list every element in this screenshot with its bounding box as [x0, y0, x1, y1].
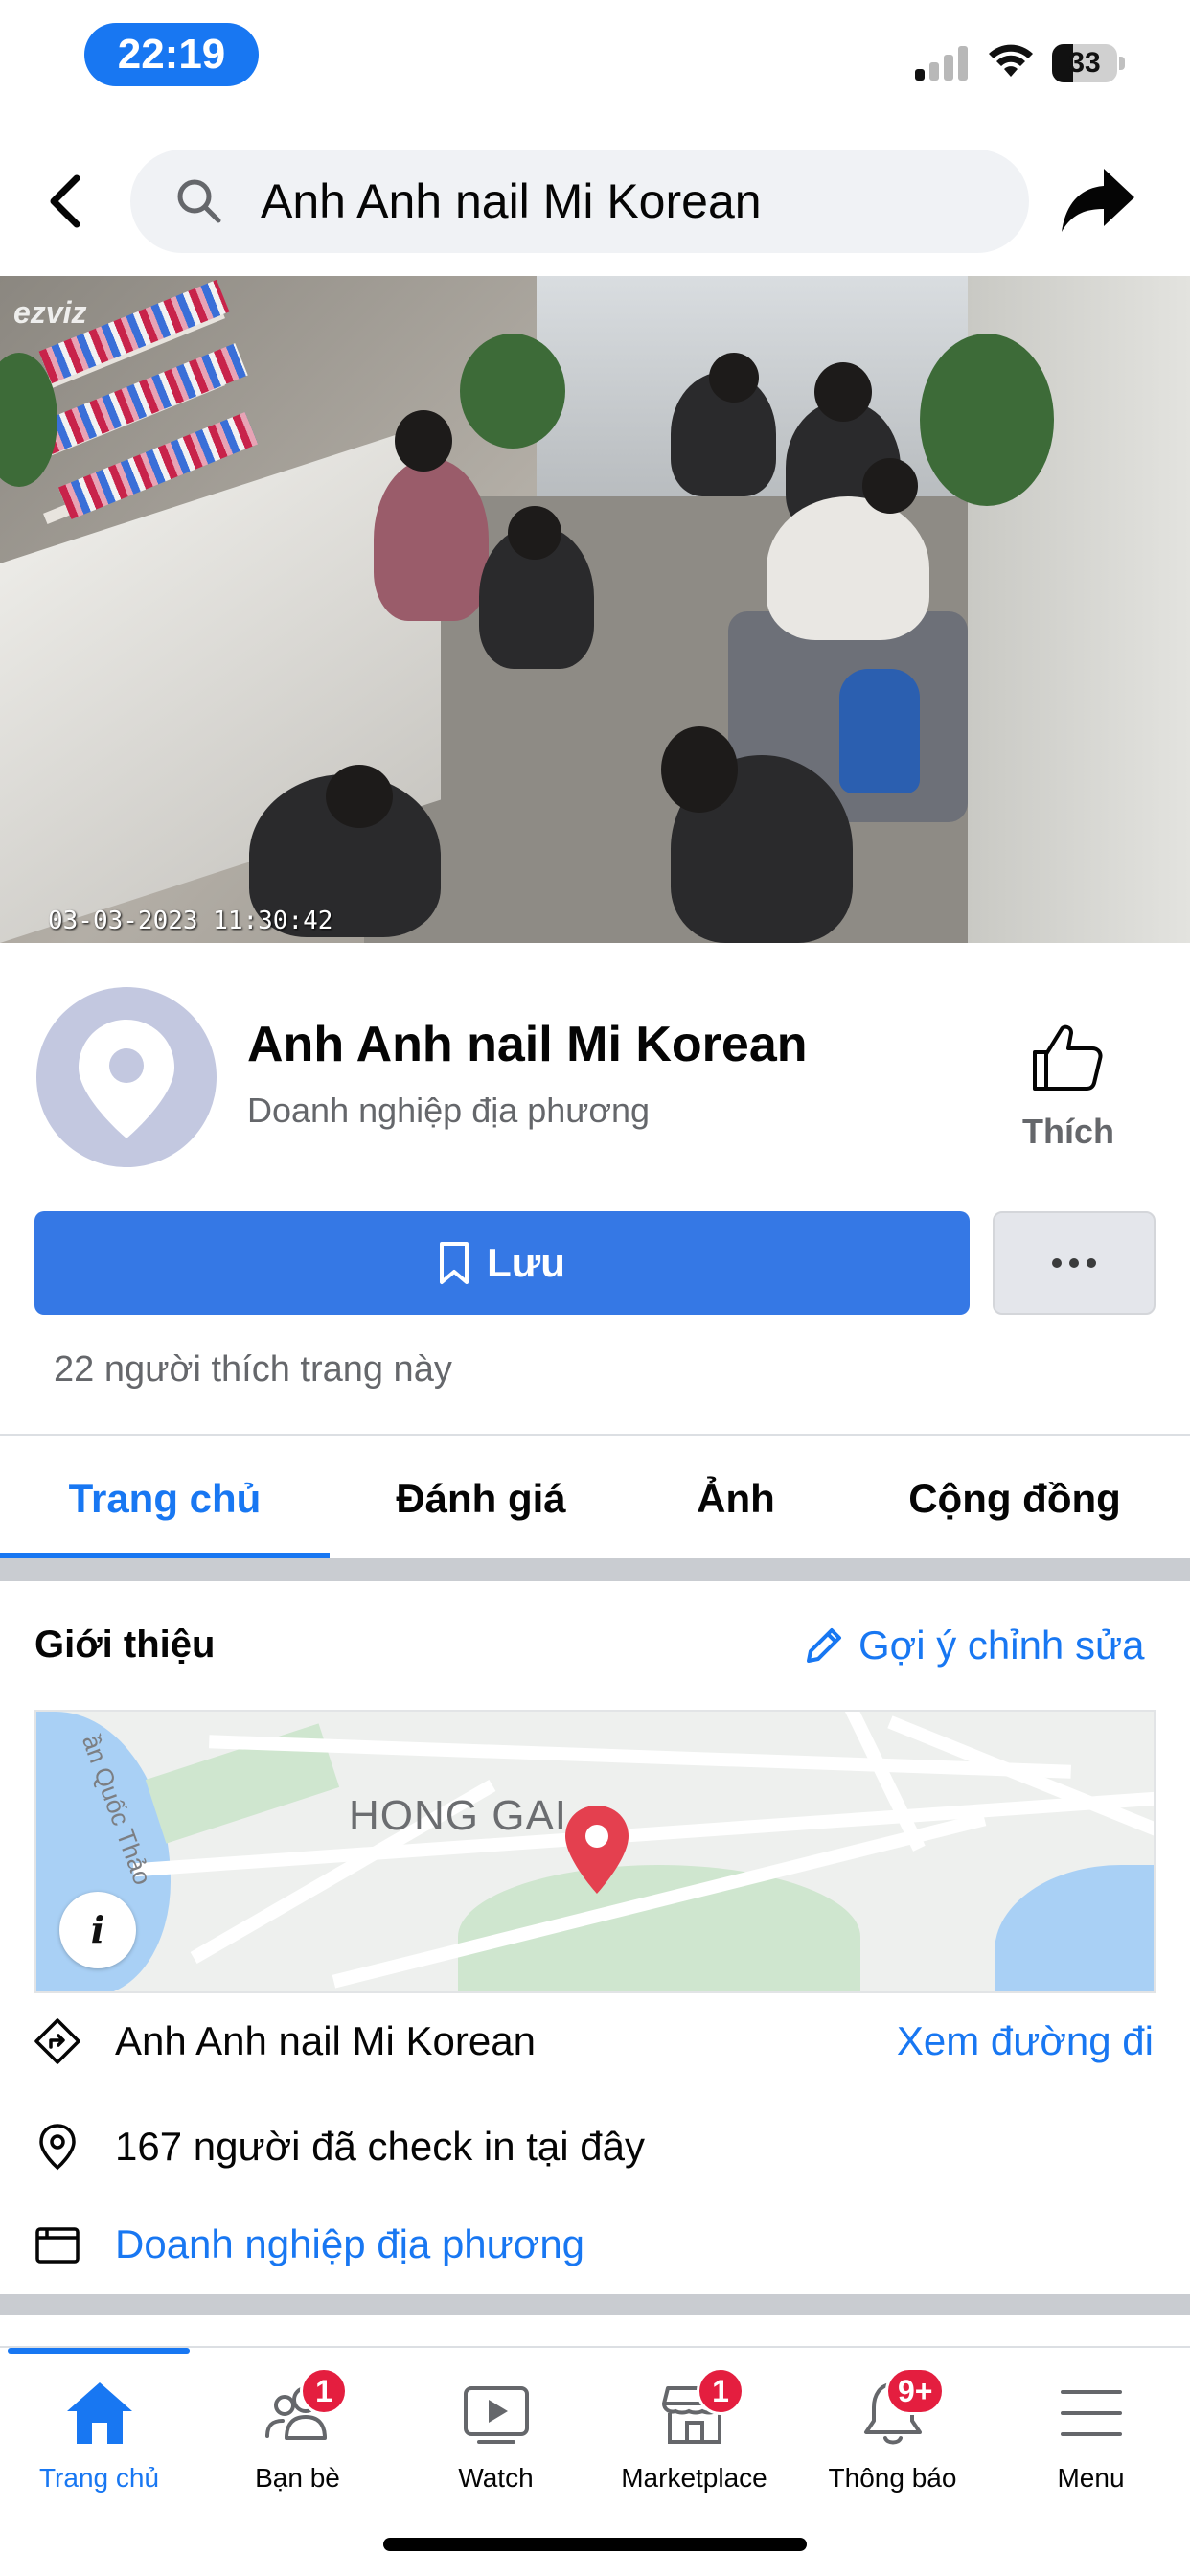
bookmark-icon [440, 1242, 469, 1284]
tab-photos[interactable]: Ảnh [632, 1438, 839, 1558]
nav-label: Watch [458, 2463, 534, 2493]
share-icon[interactable] [1060, 165, 1136, 236]
more-dots-icon [995, 1213, 1154, 1313]
like-label: Thích [1022, 1112, 1114, 1151]
marketplace-badge: 1 [697, 2367, 744, 2415]
map-info-button[interactable]: i [59, 1892, 136, 1968]
nav-watch[interactable]: Watch [397, 2367, 595, 2501]
save-label: Lưu [487, 1240, 565, 1285]
category-link[interactable]: Doanh nghiệp địa phương [115, 2206, 584, 2283]
category-row: Doanh nghiệp địa phương [0, 2206, 1190, 2283]
section-separator [0, 2294, 1190, 2315]
checkins-row: 167 người đã check in tại đây [0, 2108, 1190, 2185]
wifi-icon [989, 44, 1033, 77]
menu-icon [1061, 2390, 1122, 2436]
search-icon [177, 179, 221, 223]
suggest-edit-link[interactable]: Gợi ý chỉnh sửa [801, 1620, 1144, 1671]
active-nav-indicator [8, 2348, 190, 2354]
location-pin-icon [39, 2124, 76, 2171]
friends-badge: 1 [300, 2367, 348, 2415]
section-separator [0, 1558, 1190, 1581]
nav-menu[interactable]: Menu [992, 2367, 1190, 2501]
nav-marketplace[interactable]: 1 Marketplace [595, 2367, 793, 2501]
more-options-button[interactable] [993, 1211, 1156, 1315]
watch-icon [464, 2386, 529, 2444]
thumbs-up-icon [1033, 1024, 1103, 1091]
location-map[interactable]: ần Quốc Thảo HONG GAI i [34, 1710, 1156, 1993]
nav-label: Bạn bè [255, 2463, 340, 2493]
page-likes-count: 22 người thích trang này [54, 1349, 452, 1390]
nav-friends[interactable]: 1 Bạn bè [198, 2367, 397, 2501]
address-text: Anh Anh nail Mi Korean [115, 2018, 536, 2063]
camera-timestamp: 03-03-2023 11:30:42 [48, 907, 333, 935]
map-pin-icon [565, 1806, 629, 1894]
nav-notifications[interactable]: 9+ Thông báo [793, 2367, 992, 2501]
get-directions-link[interactable]: Xem đường đi [897, 2003, 1154, 2080]
category-icon [35, 2227, 80, 2264]
status-time: 22:19 [84, 23, 259, 86]
tab-home[interactable]: Trang chủ [0, 1438, 330, 1558]
battery-icon: 33 [1052, 44, 1125, 82]
search-query[interactable]: Anh Anh nail Mi Korean [261, 150, 762, 253]
location-pin-icon [79, 1020, 174, 1138]
tab-reviews[interactable]: Đánh giá [330, 1438, 632, 1558]
map-area-label: HONG GAI [349, 1792, 568, 1839]
home-indicator[interactable] [383, 2538, 807, 2551]
battery-percent: 33 [1068, 47, 1101, 79]
status-bar: 22:19 33 [0, 0, 1190, 125]
cellular-signal-icon [915, 46, 969, 80]
tab-community[interactable]: Cộng đồng [839, 1438, 1190, 1558]
directions-row: Anh Anh nail Mi Korean Xem đường đi [0, 2003, 1190, 2080]
directions-icon [34, 2018, 80, 2064]
divider [0, 1434, 1190, 1436]
like-page-button[interactable]: Thích [1006, 1024, 1131, 1158]
page-title: Anh Anh nail Mi Korean [247, 1017, 808, 1072]
nav-label: Menu [1057, 2463, 1125, 2493]
nav-label: Marketplace [621, 2463, 767, 2493]
search-bar[interactable]: Anh Anh nail Mi Korean [130, 150, 1029, 253]
cover-photo[interactable]: ezviz 03-03-2023 11:30:42 [0, 276, 1190, 943]
suggest-edit-label: Gợi ý chỉnh sửa [858, 1622, 1145, 1668]
save-button[interactable]: Lưu [34, 1211, 970, 1315]
checkins-text: 167 người đã check in tại đây [115, 2124, 645, 2169]
page-category: Doanh nghiệp địa phương [247, 1091, 651, 1130]
page-tabs: Trang chủ Đánh giá Ảnh Cộng đồng [0, 1438, 1190, 1558]
home-icon [67, 2382, 132, 2444]
nav-home[interactable]: Trang chủ [0, 2367, 198, 2501]
nav-label: Thông báo [828, 2463, 957, 2493]
nav-label: Trang chủ [38, 2463, 160, 2493]
page-avatar[interactable] [36, 987, 217, 1167]
camera-watermark: ezviz [13, 295, 87, 330]
notifications-badge: 9+ [885, 2367, 946, 2415]
pencil-icon [807, 1628, 841, 1663]
intro-heading: Giới thiệu [34, 1623, 216, 1666]
back-chevron-icon[interactable] [38, 171, 96, 232]
